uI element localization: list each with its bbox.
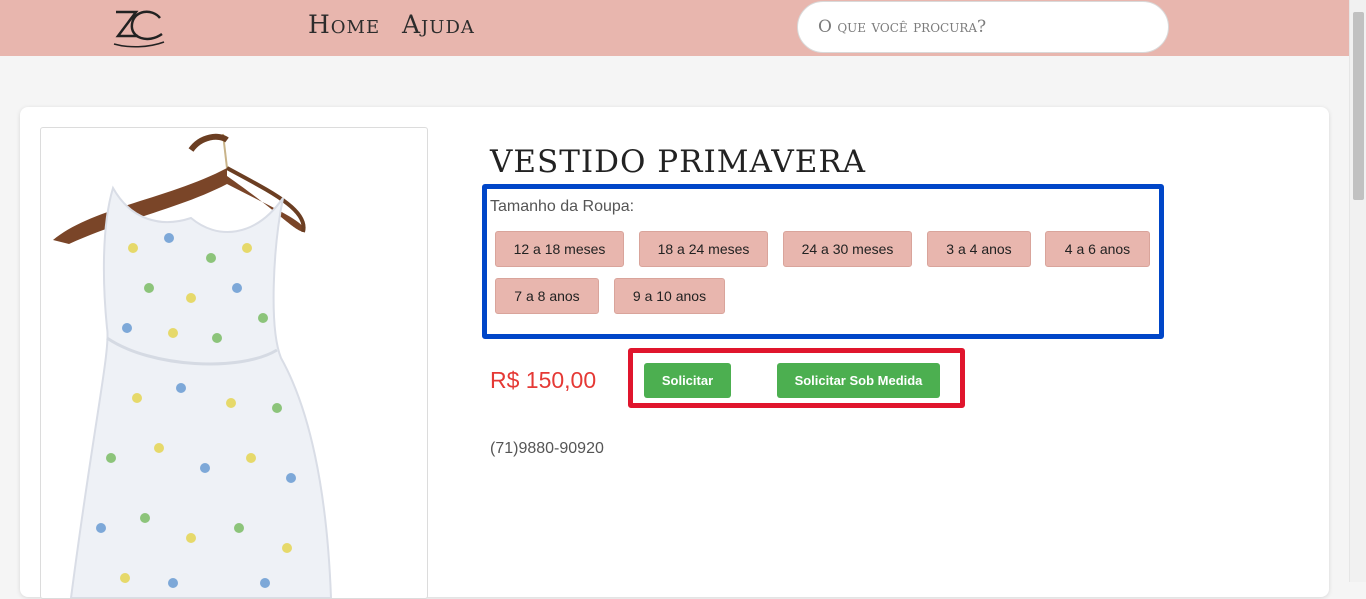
size-button-7-8-anos[interactable]: 7 a 8 anos: [495, 278, 599, 314]
search-input[interactable]: [797, 1, 1169, 53]
product-price: R$ 150,00: [490, 367, 597, 393]
nav-help-link[interactable]: Ajuda: [402, 10, 475, 39]
product-image-frame: [40, 127, 428, 599]
scrollbar-thumb[interactable]: [1353, 12, 1364, 200]
request-button[interactable]: Solicitar: [644, 363, 731, 398]
size-button-3-4-anos[interactable]: 3 a 4 anos: [927, 231, 1031, 267]
contact-phone: (71)9880-90920: [490, 440, 604, 457]
nav-home-link[interactable]: Home: [308, 10, 380, 39]
size-button-24-30-meses[interactable]: 24 a 30 meses: [783, 231, 912, 267]
size-label: Tamanho da Roupa:: [490, 198, 635, 215]
custom-request-button[interactable]: Solicitar Sob Medida: [777, 363, 940, 398]
brand-logo[interactable]: [108, 4, 168, 50]
size-button-4-6-anos[interactable]: 4 a 6 anos: [1045, 231, 1150, 267]
dress-image[interactable]: [41, 128, 427, 598]
page-scrollbar[interactable]: [1349, 0, 1366, 582]
product-title: VESTIDO PRIMAVERA: [490, 144, 867, 180]
product-card: VESTIDO PRIMAVERA Tamanho da Roupa: 12 a…: [20, 107, 1329, 599]
size-button-12-18-meses[interactable]: 12 a 18 meses: [495, 231, 624, 267]
size-button-9-10-anos[interactable]: 9 a 10 anos: [614, 278, 725, 314]
size-button-18-24-meses[interactable]: 18 a 24 meses: [639, 231, 768, 267]
top-navbar: Home Ajuda: [0, 0, 1349, 56]
